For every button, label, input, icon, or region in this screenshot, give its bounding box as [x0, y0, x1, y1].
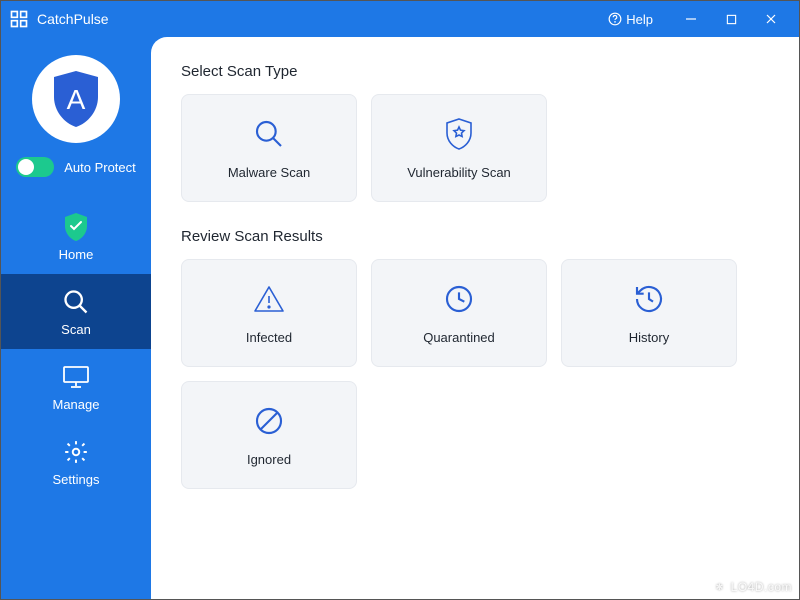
card-vulnerability-scan[interactable]: Vulnerability Scan: [371, 94, 547, 202]
help-icon: [608, 12, 622, 26]
prohibit-icon: [252, 404, 286, 438]
warning-icon: [252, 282, 286, 316]
app-title: CatchPulse: [37, 11, 109, 27]
minimize-button[interactable]: [671, 4, 711, 34]
watermark: ✱ LO4D.com: [713, 580, 792, 594]
titlebar: CatchPulse Help: [1, 1, 799, 37]
auto-protect-toggle[interactable]: [16, 157, 54, 177]
card-label: Malware Scan: [228, 165, 310, 180]
toggle-knob: [18, 159, 34, 175]
search-icon: [62, 288, 90, 316]
nav-item-label: Home: [59, 247, 94, 262]
nav-item-settings[interactable]: Settings: [1, 424, 151, 499]
app-logo-icon: [9, 9, 29, 29]
app-window: CatchPulse Help: [0, 0, 800, 600]
sidebar: A Auto Protect Home: [1, 37, 151, 599]
watermark-text: LO4D.com: [731, 580, 792, 594]
card-label: Quarantined: [423, 330, 495, 345]
card-infected[interactable]: Infected: [181, 259, 357, 367]
shield-star-icon: [442, 117, 476, 151]
gear-icon: [62, 438, 90, 466]
card-history[interactable]: History: [561, 259, 737, 367]
body-area: A Auto Protect Home: [1, 37, 799, 599]
card-quarantined[interactable]: Quarantined: [371, 259, 547, 367]
clock-icon: [442, 282, 476, 316]
content-area: Select Scan Type Malware Scan Vulnerabil…: [151, 37, 799, 599]
history-icon: [632, 282, 666, 316]
auto-protect-row: Auto Protect: [16, 157, 136, 177]
help-link[interactable]: Help: [608, 12, 653, 27]
nav-item-label: Settings: [53, 472, 100, 487]
nav-item-label: Manage: [53, 397, 100, 412]
monitor-icon: [62, 363, 90, 391]
card-label: Vulnerability Scan: [407, 165, 511, 180]
card-label: History: [629, 330, 669, 345]
titlebar-right: Help: [608, 4, 791, 34]
card-malware-scan[interactable]: Malware Scan: [181, 94, 357, 202]
card-label: Infected: [246, 330, 292, 345]
card-label: Ignored: [247, 452, 291, 467]
nav-item-label: Scan: [61, 322, 91, 337]
titlebar-left: CatchPulse: [9, 9, 608, 29]
nav-item-manage[interactable]: Manage: [1, 349, 151, 424]
section-title-scan-type: Select Scan Type: [181, 63, 769, 80]
globe-icon: ✱: [713, 580, 727, 594]
nav-item-scan[interactable]: Scan: [1, 274, 151, 349]
help-label: Help: [626, 12, 653, 27]
avatar: A: [32, 55, 120, 143]
svg-text:A: A: [67, 84, 86, 115]
shield-a-icon: A: [50, 69, 102, 129]
maximize-button[interactable]: [711, 4, 751, 34]
auto-protect-label: Auto Protect: [64, 160, 136, 175]
search-icon: [252, 117, 286, 151]
section-title-results: Review Scan Results: [181, 228, 769, 245]
card-ignored[interactable]: Ignored: [181, 381, 357, 489]
shield-check-icon: [62, 213, 90, 241]
scan-type-cards: Malware Scan Vulnerability Scan: [181, 94, 769, 202]
nav-item-home[interactable]: Home: [1, 199, 151, 274]
nav: Home Scan Manage: [1, 199, 151, 499]
close-button[interactable]: [751, 4, 791, 34]
results-cards: Infected Quarantined History: [181, 259, 769, 489]
